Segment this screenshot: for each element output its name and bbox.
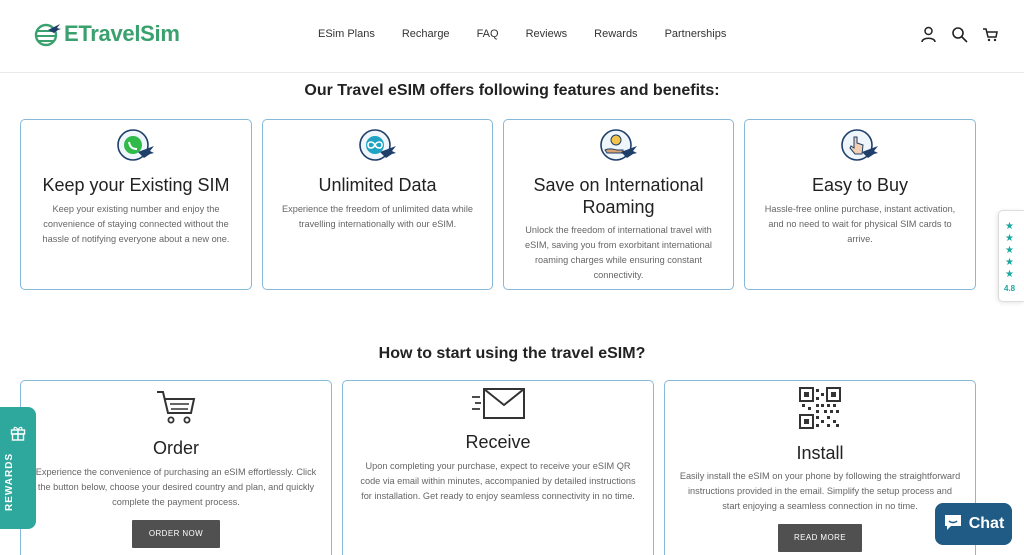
nav-rewards[interactable]: Rewards <box>594 28 637 40</box>
brand-name: ETravelSim <box>64 21 180 46</box>
star-rating-icon: ★ ★ ★ ★ ★ <box>1005 221 1014 280</box>
feature-title: Easy to Buy <box>811 175 909 195</box>
cart-icon <box>154 387 198 432</box>
step-card-order: Order Experience the convenience of purc… <box>20 380 332 555</box>
cart-icon[interactable] <box>982 26 999 43</box>
money-hand-plane-icon <box>599 128 639 169</box>
feature-text: Unlock the freedom of international trav… <box>525 225 712 280</box>
rewards-tab[interactable]: REWARDS <box>0 407 36 529</box>
feature-card-easy-buy: Easy to Buy Hassle-free online purchase,… <box>744 119 976 290</box>
rewards-label: REWARDS <box>4 452 15 511</box>
feature-text: Experience the freedom of unlimited data… <box>281 204 473 229</box>
gift-icon <box>10 425 26 446</box>
feature-card-existing-sim: Keep your Existing SIM Keep your existin… <box>20 119 252 290</box>
feature-title: Unlimited Data <box>318 175 437 195</box>
envelope-icon <box>470 387 526 426</box>
features-title: Our Travel eSIM offers following feature… <box>304 82 720 99</box>
feature-title: Keep your Existing SIM <box>42 175 230 195</box>
step-card-install: Install Easily install the eSIM on your … <box>664 380 976 555</box>
rating-value: 4.8 <box>1004 284 1016 293</box>
globe-plane-logo-icon <box>34 23 61 47</box>
step-text: Experience the convenience of purchasing… <box>35 467 317 507</box>
feature-text: Hassle-free online purchase, instant act… <box>764 204 956 244</box>
chat-button[interactable]: Chat <box>935 503 1012 545</box>
chat-label: Chat <box>968 515 1005 532</box>
nav-reviews[interactable]: Reviews <box>526 28 568 40</box>
nav-faq[interactable]: FAQ <box>477 28 499 40</box>
account-icon[interactable] <box>920 26 937 43</box>
whatsapp-plane-icon <box>116 128 156 169</box>
step-text: Easily install the eSIM on your phone by… <box>679 471 961 511</box>
feature-card-unlimited-data: Unlimited Data Experience the freedom of… <box>262 119 493 290</box>
qr-code-icon <box>799 387 841 434</box>
nav-recharge[interactable]: Recharge <box>402 28 450 40</box>
main-nav: ESim Plans Recharge FAQ Reviews Rewards … <box>318 28 753 40</box>
step-title: Receive <box>465 432 531 452</box>
nav-partnerships[interactable]: Partnerships <box>665 28 727 40</box>
feature-text: Keep your existing number and enjoy the … <box>42 204 230 244</box>
reviews-widget[interactable]: ★ ★ ★ ★ ★ 4.8 <box>998 210 1024 302</box>
feature-title: Save on International Roaming <box>533 175 704 217</box>
step-card-receive: Receive Upon completing your purchase, e… <box>342 380 654 555</box>
logo-link[interactable]: ETravelSim <box>34 20 180 48</box>
nav-esim-plans[interactable]: ESim Plans <box>318 28 375 40</box>
feature-card-roaming: Save on International Roaming Unlock the… <box>503 119 734 290</box>
step-title: Install <box>796 443 844 463</box>
order-now-button[interactable]: ORDER NOW <box>132 520 220 548</box>
steps-title: How to start using the travel eSIM? <box>378 345 646 362</box>
search-icon[interactable] <box>951 26 968 43</box>
header-icons <box>920 26 999 43</box>
infinity-plane-icon <box>358 128 398 169</box>
chat-bubble-icon <box>943 513 963 536</box>
step-title: Order <box>152 438 199 458</box>
step-text: Upon completing your purchase, expect to… <box>360 461 636 501</box>
click-hand-plane-icon <box>840 128 880 169</box>
site-header: ETravelSim ESim Plans Recharge FAQ Revie… <box>0 0 1024 73</box>
read-more-button[interactable]: READ MORE <box>778 524 862 552</box>
